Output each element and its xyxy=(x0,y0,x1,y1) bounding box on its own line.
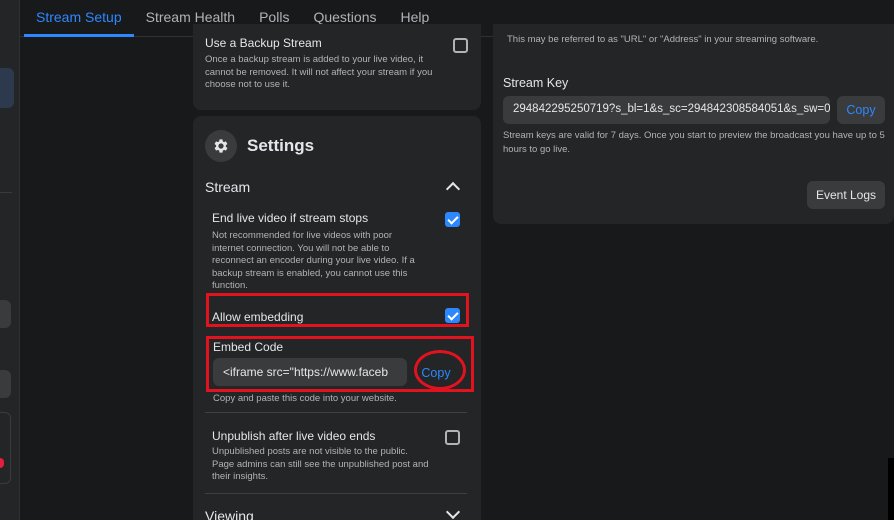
event-logs-button[interactable]: Event Logs xyxy=(807,181,885,209)
chevron-up-icon[interactable] xyxy=(445,181,461,197)
stream-key-label: Stream Key xyxy=(503,76,569,90)
rail-divider xyxy=(0,192,12,193)
backup-stream-card: Use a Backup Stream Once a backup stream… xyxy=(193,24,481,110)
rail-item-active[interactable] xyxy=(0,68,14,108)
chevron-down-icon[interactable] xyxy=(445,504,461,520)
stream-key-input[interactable]: 294842295250719?s_bl=1&s_sc=294842308584… xyxy=(503,96,830,124)
backup-stream-checkbox[interactable] xyxy=(453,38,468,53)
highlight-copy-oval xyxy=(414,350,466,390)
divider xyxy=(205,493,467,494)
end-live-title: End live video if stream stops xyxy=(212,211,369,225)
stream-key-description: Stream keys are valid for 7 days. Once y… xyxy=(503,130,885,155)
gear-icon-svg xyxy=(214,139,228,153)
tab-stream-setup[interactable]: Stream Setup xyxy=(24,0,134,37)
left-rail xyxy=(0,0,20,520)
rail-item[interactable] xyxy=(0,370,11,398)
stream-section-title[interactable]: Stream xyxy=(205,179,250,195)
settings-title: Settings xyxy=(247,136,315,155)
end-live-description: Not recommended for live videos with poo… xyxy=(212,230,415,291)
rail-panel xyxy=(0,412,11,484)
backup-stream-title: Use a Backup Stream xyxy=(205,36,322,50)
gear-icon xyxy=(205,130,237,162)
backup-stream-description: Once a backup stream is added to your li… xyxy=(205,54,433,90)
divider xyxy=(205,412,467,413)
stream-key-copy-button[interactable]: Copy xyxy=(837,96,885,124)
end-live-checkbox[interactable] xyxy=(445,212,460,227)
embed-code-hint: Copy and paste this code into your websi… xyxy=(213,393,397,404)
unpublish-checkbox[interactable] xyxy=(445,430,460,445)
url-note: This may be referred to as "URL" or "Add… xyxy=(507,34,819,45)
highlight-allow-embedding xyxy=(206,293,469,327)
window-edge xyxy=(888,458,894,520)
stream-key-card: This may be referred to as "URL" or "Add… xyxy=(493,24,894,224)
unpublish-description: Unpublished posts are not visible to the… xyxy=(212,446,429,482)
rail-item[interactable] xyxy=(0,300,11,328)
unpublish-title: Unpublish after live video ends xyxy=(212,429,376,443)
viewing-section-title[interactable]: Viewing xyxy=(205,508,254,520)
